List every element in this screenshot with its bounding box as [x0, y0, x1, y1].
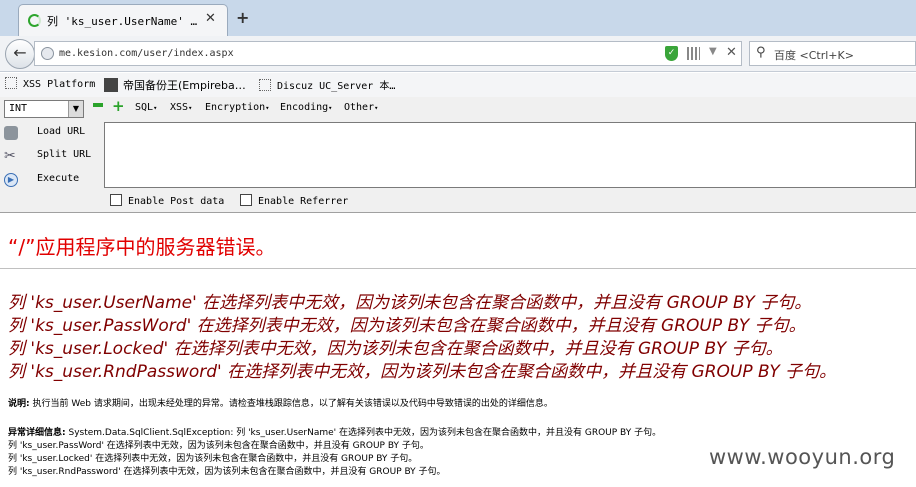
stop-icon[interactable]: ✕ — [726, 45, 737, 60]
enable-referrer-checkbox[interactable]: Enable Referrer — [240, 194, 348, 207]
watermark: www.wooyun.org — [709, 445, 896, 469]
exception-detail-line: 列 'ks_user.PassWord' 在选择列表中无效，因为该列未包含在聚合… — [8, 441, 429, 451]
enable-post-data-checkbox[interactable]: Enable Post data — [110, 194, 224, 207]
error-message-line: 列 'ks_user.RndPassword' 在选择列表中无效，因为该列未包含… — [8, 362, 837, 382]
loading-spinner-icon — [28, 14, 41, 27]
bookmark-xss-platform[interactable]: XSS Platform — [5, 77, 95, 90]
back-button[interactable]: ← — [5, 39, 35, 69]
menu-encryption[interactable]: Encryption▾ — [205, 102, 269, 113]
menu-encoding[interactable]: Encoding▾ — [280, 102, 332, 113]
favicon-icon — [104, 78, 118, 92]
decrease-button[interactable] — [93, 103, 103, 107]
browser-tab[interactable]: 列 'ks_user.UserName' … ✕ — [18, 4, 228, 36]
exception-detail-line: 列 'ks_user.RndPassword' 在选择列表中无效，因为该列未包含… — [8, 467, 446, 477]
description: 说明: 执行当前 Web 请求期间，出现未经处理的异常。请检查堆栈跟踪信息，以了… — [8, 396, 553, 409]
new-tab-button[interactable]: + — [236, 8, 249, 27]
bookmarks-bar: XSS Platform 帝国备份王(Empireba… Discuz UC_S… — [0, 73, 916, 97]
play-icon: ▶ — [4, 173, 18, 187]
tab-strip: 列 'ks_user.UserName' … ✕ + — [0, 0, 916, 36]
split-url-button[interactable]: ✂ Split URL — [0, 146, 100, 166]
search-icon: ⚲ — [756, 45, 766, 60]
exception-detail-line: 列 'ks_user.Locked' 在选择列表中无效，因为该列未包含在聚合函数… — [8, 454, 418, 464]
url-textarea[interactable] — [104, 122, 916, 188]
exception-detail-label: 异常详细信息: — [8, 428, 66, 438]
bookmark-empirebak[interactable]: 帝国备份王(Empireba… — [104, 77, 246, 93]
globe-icon — [41, 47, 54, 60]
load-url-icon — [4, 126, 18, 140]
search-placeholder: 百度 <Ctrl+K> — [774, 49, 854, 62]
menu-xss[interactable]: XSS▾ — [170, 102, 192, 113]
increase-button[interactable]: + — [112, 99, 125, 114]
description-label: 说明: — [8, 399, 30, 409]
qr-code-icon[interactable] — [687, 47, 700, 60]
execute-button[interactable]: ▶ Execute — [0, 170, 100, 190]
address-bar[interactable]: me.kesion.com/user/index.aspx ✓ ▼ ✕ — [34, 41, 742, 66]
error-message-line: 列 'ks_user.PassWord' 在选择列表中无效，因为该列未包含在聚合… — [8, 316, 806, 336]
load-url-button[interactable]: Load URL — [0, 123, 100, 143]
url-text[interactable]: me.kesion.com/user/index.aspx — [59, 48, 234, 59]
shield-icon[interactable]: ✓ — [665, 46, 678, 61]
scissors-icon: ✂ — [4, 148, 16, 164]
menu-other[interactable]: Other▾ — [344, 102, 378, 113]
tab-close-icon[interactable]: ✕ — [205, 11, 216, 26]
navigation-bar: ← me.kesion.com/user/index.aspx ✓ ▼ ✕ ⚲ … — [0, 36, 916, 72]
type-select[interactable]: INT ▼ — [4, 100, 84, 118]
bookmark-discuz[interactable]: Discuz UC_Server 本… — [259, 77, 395, 92]
search-input[interactable]: ⚲ 百度 <Ctrl+K> — [749, 41, 916, 66]
checkbox-icon — [240, 194, 252, 206]
divider — [0, 268, 916, 269]
error-message-line: 列 'ks_user.Locked' 在选择列表中无效，因为该列未包含在聚合函数… — [8, 339, 783, 359]
page-title: “/”应用程序中的服务器错误。 — [8, 235, 276, 259]
menu-sql[interactable]: SQL▾ — [135, 102, 157, 113]
url-dropdown-icon[interactable]: ▼ — [709, 46, 717, 57]
dotted-box-icon — [259, 79, 271, 91]
exception-detail-line: System.Data.SqlClient.SqlException: 列 'k… — [68, 428, 662, 438]
description-text: 执行当前 Web 请求期间，出现未经处理的异常。请检查堆栈跟踪信息，以了解有关该… — [32, 399, 553, 409]
tab-title: 列 'ks_user.UserName' … — [47, 15, 198, 28]
error-message-line: 列 'ks_user.UserName' 在选择列表中无效，因为该列未包含在聚合… — [8, 293, 812, 313]
hackbar-panel: INT ▼ + SQL▾ XSS▾ Encryption▾ Encoding▾ … — [0, 97, 916, 213]
dotted-box-icon — [5, 77, 17, 89]
chevron-down-icon: ▼ — [68, 101, 83, 117]
exception-detail: 异常详细信息: System.Data.SqlClient.SqlExcepti… — [8, 425, 661, 438]
checkbox-icon — [110, 194, 122, 206]
